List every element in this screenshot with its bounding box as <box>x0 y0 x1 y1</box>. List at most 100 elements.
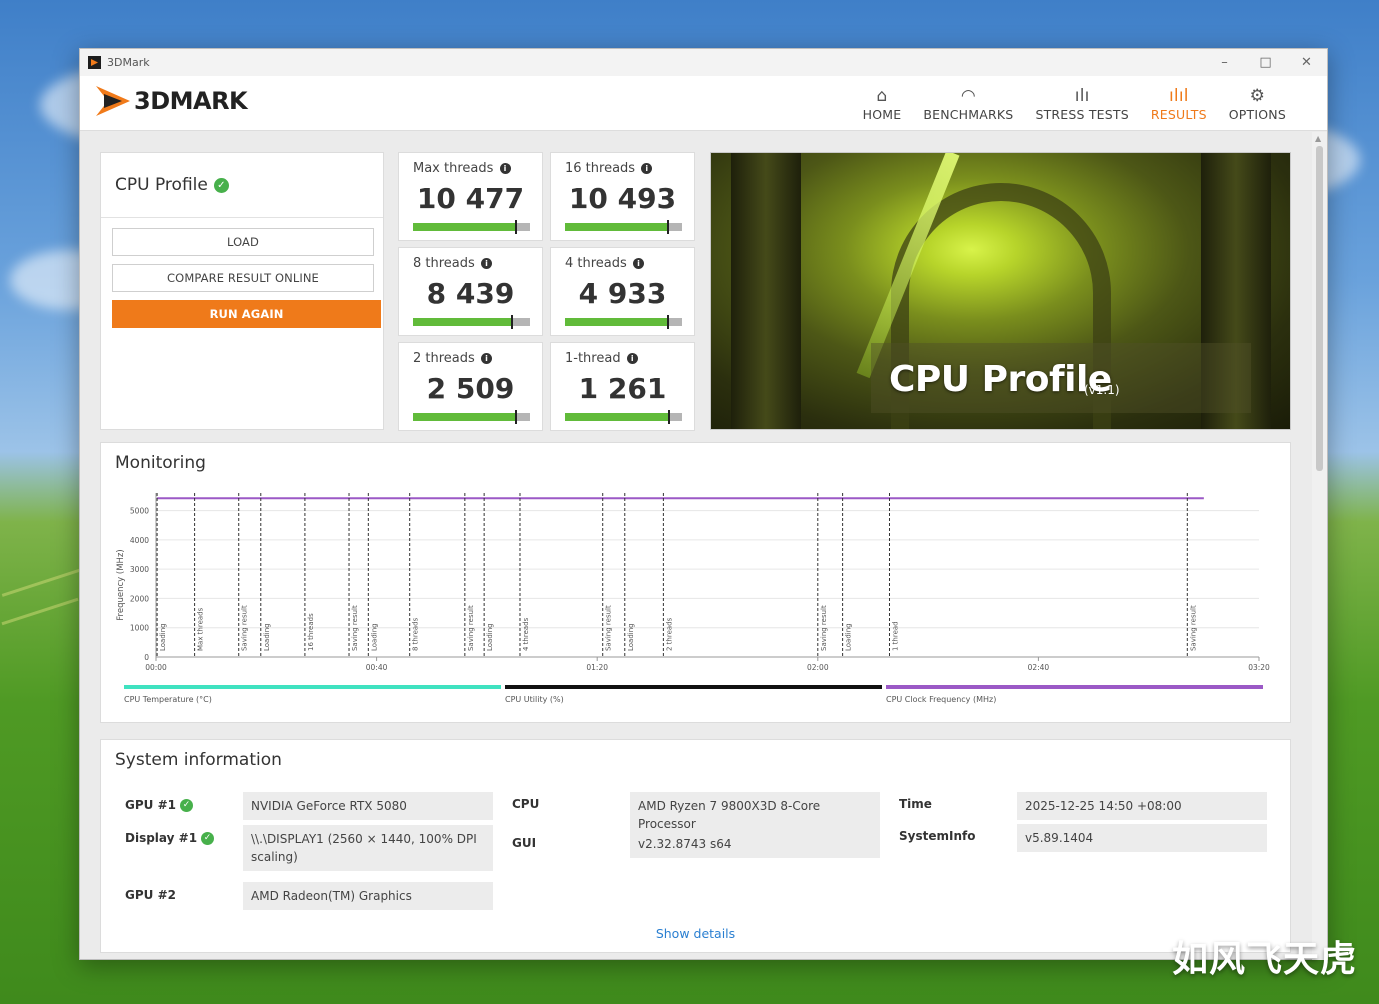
nav-stress-tests-label: STRESS TESTS <box>1035 107 1129 122</box>
phase-marker-label: 16 threads <box>307 613 315 651</box>
score-bar <box>565 410 682 424</box>
nav-results-label: RESULTS <box>1150 107 1207 122</box>
systeminfo-value: v5.89.1404 <box>1017 824 1267 852</box>
score-label: 2 threads i <box>413 351 492 366</box>
info-icon[interactable]: i <box>626 353 638 364</box>
nav-options[interactable]: ⚙ OPTIONS <box>1218 76 1297 131</box>
phase-marker-label: Saving result <box>605 605 613 651</box>
score-value: 1 261 <box>578 372 667 405</box>
phase-marker-label: 8 threads <box>412 617 420 651</box>
score-tile: Max threads i 10 477 <box>398 152 543 241</box>
score-bar <box>565 315 682 329</box>
time-value: 2025-12-25 14:50 +08:00 <box>1017 792 1267 820</box>
legend-cpu-temperature[interactable]: CPU Temperature (°C) <box>124 685 501 715</box>
nav-options-label: OPTIONS <box>1228 107 1286 122</box>
minimize-button[interactable]: – <box>1204 49 1245 76</box>
gpu1-value: NVIDIA GeForce RTX 5080 <box>243 792 493 820</box>
x-tick-label: 00:00 <box>145 663 167 672</box>
window-controls: – □ ✕ <box>1204 49 1327 76</box>
score-bar-marker <box>667 220 669 234</box>
y-tick-label: 1000 <box>130 624 149 633</box>
nav-benchmarks-label: BENCHMARKS <box>923 107 1014 122</box>
y-tick-label: 4000 <box>130 536 149 545</box>
maximize-button[interactable]: □ <box>1245 49 1286 76</box>
score-bar-marker <box>511 315 513 329</box>
score-value: 2 509 <box>426 372 515 405</box>
check-icon: ✓ <box>179 798 193 812</box>
time-label: Time <box>899 797 932 811</box>
nav-stress-tests[interactable]: ılı STRESS TESTS <box>1024 76 1139 131</box>
close-button[interactable]: ✕ <box>1286 49 1327 76</box>
nav-home[interactable]: ⌂ HOME <box>852 76 913 131</box>
phase-marker-label: Saving result <box>820 605 828 651</box>
legend-swatch <box>124 685 501 689</box>
app-window: 3DMark – □ ✕ 3DMARK ⌂ HOME ◠ BENCHMARKS … <box>79 48 1328 960</box>
legend-cpu-clock[interactable]: CPU Clock Frequency (MHz) <box>886 685 1263 715</box>
info-icon[interactable]: i <box>480 258 492 269</box>
phase-marker-label: Saving result <box>351 605 359 651</box>
legend-cpu-utility[interactable]: CPU Utility (%) <box>505 685 882 715</box>
phase-marker-label: Saving result <box>241 605 249 651</box>
profile-card: CPU Profile ✓ LOAD COMPARE RESULT ONLINE… <box>100 152 384 430</box>
score-tile: 1-thread i 1 261 <box>550 342 695 431</box>
system-information-title: System information <box>115 750 282 770</box>
gui-value: v2.32.8743 s64 <box>630 830 880 858</box>
score-value: 8 439 <box>426 277 515 310</box>
monitoring-chart[interactable]: 0 1000 2000 3000 4000 5000 Frequency (MHz) 00:0… <box>111 485 1281 675</box>
gui-label: GUI <box>512 836 537 850</box>
window-title: 3DMark <box>107 56 150 69</box>
gauge-icon: ◠ <box>960 86 976 106</box>
cpu-label: CPU <box>512 797 540 811</box>
nav-benchmarks[interactable]: ◠ BENCHMARKS <box>912 76 1024 131</box>
score-bar <box>413 315 530 329</box>
app-header: 3DMARK ⌂ HOME ◠ BENCHMARKS ılı STRESS TE… <box>80 76 1327 131</box>
logo-mark-icon <box>96 82 132 120</box>
info-icon[interactable]: i <box>641 163 653 174</box>
3dmark-logo: 3DMARK <box>96 82 248 120</box>
x-tick-label: 02:40 <box>1028 663 1050 672</box>
score-label: 16 threads i <box>565 161 653 176</box>
score-bar-marker <box>515 410 517 424</box>
x-tick-label: 02:00 <box>807 663 829 672</box>
vertical-scrollbar[interactable]: ▲ <box>1312 132 1327 960</box>
phase-marker-label: Loading <box>370 623 378 651</box>
score-bar-fill <box>413 318 512 326</box>
compare-result-online-button[interactable]: COMPARE RESULT ONLINE <box>112 264 374 292</box>
y-tick-label: 0 <box>144 653 149 662</box>
y-axis-label: Frequency (MHz) <box>116 549 126 620</box>
stress-bars-icon: ılı <box>1074 86 1090 106</box>
score-label: 1-thread i <box>565 351 638 366</box>
run-again-button[interactable]: RUN AGAIN <box>112 300 381 328</box>
load-button[interactable]: LOAD <box>112 228 374 256</box>
score-tile: 16 threads i 10 493 <box>550 152 695 241</box>
score-tile: 4 threads i 4 933 <box>550 247 695 336</box>
info-icon[interactable]: i <box>480 353 492 364</box>
hero-pillar <box>731 153 801 429</box>
score-bar-fill <box>565 413 669 421</box>
phase-marker-label: Loading <box>486 623 494 651</box>
legend-label: CPU Utility (%) <box>505 695 564 704</box>
y-tick-label: 2000 <box>130 594 149 603</box>
info-icon[interactable]: i <box>499 163 511 174</box>
nav-home-label: HOME <box>862 107 902 122</box>
hero-version: (v1.1) <box>1084 383 1120 397</box>
phase-marker-label: Loading <box>263 623 271 651</box>
scrollbar-thumb[interactable] <box>1316 146 1323 471</box>
3dmark-app-icon <box>88 56 101 69</box>
monitoring-title: Monitoring <box>115 453 206 473</box>
score-tile: 2 threads i 2 509 <box>398 342 543 431</box>
show-details-link[interactable]: Show details <box>101 926 1290 941</box>
y-tick-label: 5000 <box>130 507 149 516</box>
benchmark-hero-image: CPU Profile (v1.1) <box>710 152 1291 430</box>
nav-results[interactable]: ılıl RESULTS <box>1140 76 1218 131</box>
phase-marker-label: 4 threads <box>522 617 530 651</box>
gpu1-label: GPU #1 ✓ <box>125 798 193 812</box>
scroll-up-icon[interactable]: ▲ <box>1315 134 1321 143</box>
results-content: CPU Profile ✓ LOAD COMPARE RESULT ONLINE… <box>80 132 1313 960</box>
info-icon[interactable]: i <box>632 258 644 269</box>
score-bar-marker <box>515 220 517 234</box>
display1-value: \\.\DISPLAY1 (2560 × 1440, 100% DPI scal… <box>243 825 493 871</box>
legend-swatch <box>505 685 882 689</box>
score-value: 4 933 <box>578 277 667 310</box>
phase-marker-label: 1 thread <box>891 621 899 651</box>
